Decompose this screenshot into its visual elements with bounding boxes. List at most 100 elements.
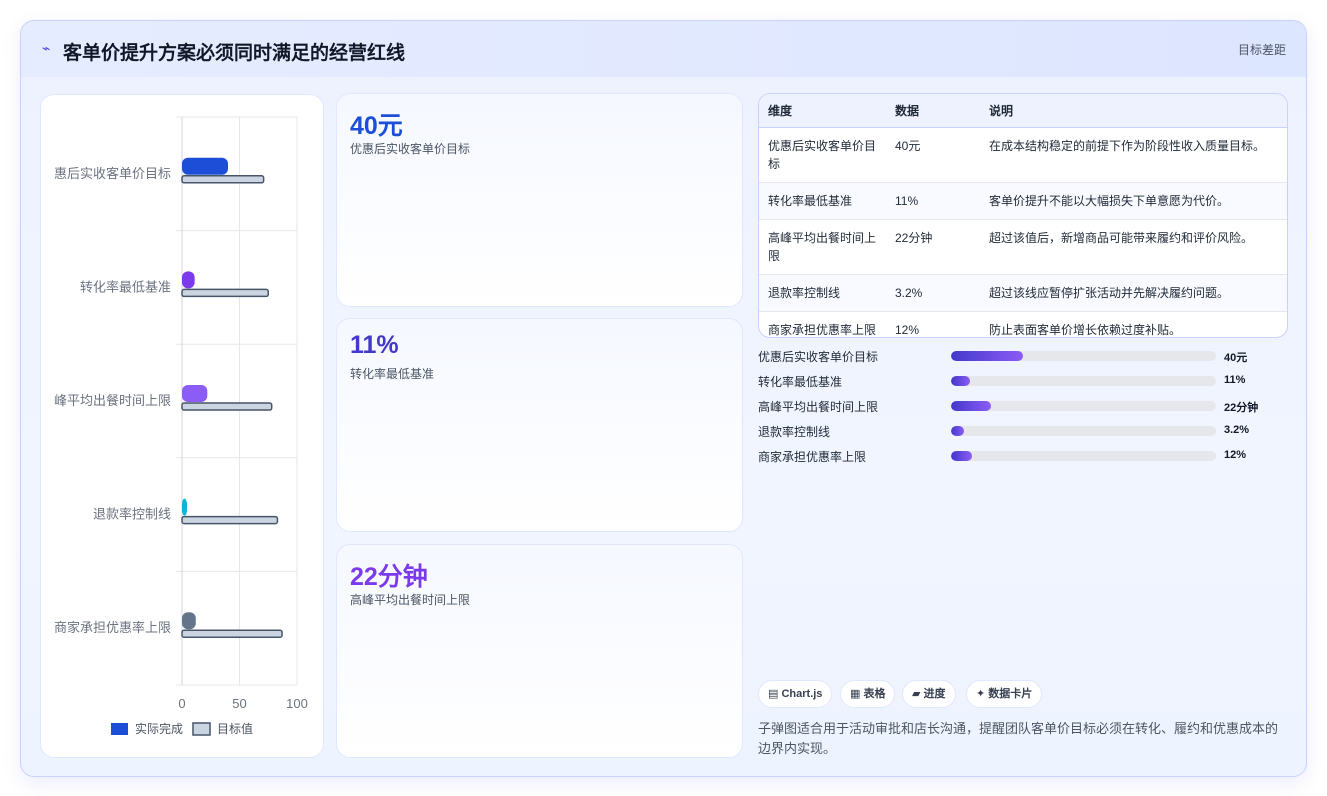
category-label: 商家承担优惠率上限 — [54, 620, 171, 635]
progress-label: 高峰平均出餐时间上限 — [758, 400, 879, 414]
category-label: 惠后实收客单价目标 — [54, 166, 171, 181]
dashboard-panel: ⌁ 客单价提升方案必须同时满足的经营红线 目标差距 惠后实收客单价目标转化率最低… — [20, 20, 1307, 777]
category-label: 峰平均出餐时间上限 — [54, 393, 171, 408]
progress-fill — [951, 426, 965, 436]
stat-card-3: 22分钟 高峰平均出餐时间上限 — [336, 544, 743, 758]
category-label: 退款率控制线 — [93, 507, 171, 522]
chip-table[interactable]: ▦ 表格 — [840, 680, 896, 708]
table-cell: 超过该值后，新增商品可能带来履约和评价风险。 — [980, 219, 1287, 275]
actual-bar — [182, 271, 195, 289]
table-icon: ▦ — [850, 688, 861, 700]
sparkle-icon: ✦ — [976, 688, 986, 700]
chip-label: Chart.js — [781, 688, 823, 700]
redline-table: 维度 数据 说明 优惠后实收客单价目标 40元 在成本结构稳定的前提下作为阶段性… — [758, 93, 1288, 338]
actual-bar — [182, 498, 187, 516]
table-row: 优惠后实收客单价目标 40元 在成本结构稳定的前提下作为阶段性收入质量目标。 — [759, 127, 1287, 183]
progress-fill — [951, 401, 991, 411]
table-cell: 商家承担优惠率上限 — [768, 322, 877, 337]
bullet-chart-card: 惠后实收客单价目标转化率最低基准峰平均出餐时间上限退款率控制线商家承担优惠率上限… — [40, 94, 324, 758]
table-cell: 转化率最低基准 — [759, 182, 886, 220]
stat-value: 11% — [350, 331, 399, 359]
table-cell: 22分钟 — [886, 219, 980, 275]
progress-icon: ▰ — [912, 688, 921, 700]
progress-value: 3.2% — [1224, 424, 1250, 436]
chip-label: 数据卡片 — [988, 688, 1033, 700]
panel-header: ⌁ 客单价提升方案必须同时满足的经营红线 目标差距 — [21, 21, 1306, 77]
x-tick-label: 100 — [286, 696, 308, 711]
actual-bar — [182, 385, 208, 402]
table-row: 转化率最低基准 11% 客单价提升不能以大幅损失下单意愿为代价。 — [759, 182, 1287, 220]
column-header: 维度 — [759, 94, 886, 128]
progress-label: 退款率控制线 — [758, 425, 831, 439]
x-tick-label: 0 — [178, 696, 185, 711]
progress-label: 商家承担优惠率上限 — [758, 450, 867, 464]
table-row: 高峰平均出餐时间上限 22分钟 超过该值后，新增商品可能带来履约和评价风险。 — [759, 219, 1287, 275]
progress-track — [951, 351, 1216, 361]
table-cell: 12% — [895, 322, 920, 337]
table-cell: 退款率控制线 — [759, 274, 886, 312]
progress-row: 转化率最低基准 11% — [758, 372, 1288, 390]
table-cell: 优惠后实收客单价目标 — [759, 127, 886, 183]
progress-row: 商家承担优惠率上限 12% — [758, 447, 1288, 465]
page-title: 客单价提升方案必须同时满足的经营红线 — [63, 43, 406, 64]
progress-label: 优惠后实收客单价目标 — [758, 350, 879, 364]
column-header: 说明 — [980, 94, 1287, 128]
bullet-chart: 惠后实收客单价目标转化率最低基准峰平均出餐时间上限退款率控制线商家承担优惠率上限… — [54, 116, 308, 736]
table-row: 退款率控制线 3.2% 超过该线应暂停扩张活动并先解决履约问题。 — [759, 274, 1287, 312]
target-bar — [181, 402, 273, 411]
column-header: 数据 — [886, 94, 980, 128]
progress-fill — [951, 451, 973, 461]
table-cell: 高峰平均出餐时间上限 — [759, 219, 886, 275]
table-cell: 在成本结构稳定的前提下作为阶段性收入质量目标。 — [980, 127, 1287, 183]
progress-track — [951, 401, 1216, 411]
legend-swatch-target — [192, 722, 211, 736]
progress-track — [951, 376, 1216, 386]
progress-fill — [951, 376, 970, 386]
target-bar — [181, 629, 283, 638]
table-cell: 超过该线应暂停扩张活动并先解决履约问题。 — [980, 274, 1287, 312]
table-cell: 3.2% — [886, 274, 980, 312]
table-cell: 40元 — [886, 127, 980, 183]
progress-row: 退款率控制线 3.2% — [758, 422, 1288, 440]
chip-progress[interactable]: ▰ 进度 — [902, 680, 956, 708]
stat-card-2: 11% 转化率最低基准 — [336, 318, 743, 532]
progress-value: 40元 — [1224, 352, 1248, 364]
stat-label: 优惠后实收客单价目标 — [350, 142, 471, 156]
progress-value: 11% — [1224, 374, 1246, 386]
legend-label: 目标值 — [217, 721, 253, 736]
progress-value: 12% — [1224, 449, 1247, 461]
chip-chartjs[interactable]: ▤ Chart.js — [758, 680, 833, 708]
actual-bar — [182, 157, 228, 175]
legend-swatch-actual — [111, 723, 128, 735]
target-bar — [181, 175, 265, 184]
table-header-row: 维度 数据 说明 — [759, 94, 1287, 128]
table-cell: 客单价提升不能以大幅损失下单意愿为代价。 — [980, 182, 1287, 220]
progress-fill — [951, 351, 1023, 361]
progress-row: 高峰平均出餐时间上限 22分钟 — [758, 397, 1288, 415]
stat-card-1: 40元 优惠后实收客单价目标 — [336, 93, 743, 307]
progress-label: 转化率最低基准 — [758, 375, 843, 389]
chip-label: 表格 — [863, 688, 886, 700]
progress-track — [951, 426, 1216, 436]
chip-label: 进度 — [923, 688, 946, 700]
table-row: 商家承担优惠率上限 12% 防止表面客单价增长依赖过度补贴。 — [759, 311, 1287, 337]
bolt-icon: ⌁ — [42, 40, 51, 56]
stat-label: 转化率最低基准 — [350, 367, 435, 381]
table-cell: 防止表面客单价增长依赖过度补贴。 — [989, 322, 1182, 337]
progress-row: 优惠后实收客单价目标 40元 — [758, 347, 1288, 365]
stat-label: 高峰平均出餐时间上限 — [350, 593, 471, 607]
stat-value: 22分钟 — [350, 563, 428, 591]
target-bar — [181, 515, 279, 525]
footnote: 子弹图适合用于活动审批和店长沟通，提醒团队客单价目标必须在转化、履约和优惠成本的… — [758, 721, 1279, 756]
header-tag: 目标差距 — [1237, 43, 1286, 57]
progress-value: 22分钟 — [1224, 402, 1259, 414]
chip-data-card[interactable]: ✦ 数据卡片 — [966, 680, 1043, 708]
target-bar — [181, 288, 269, 298]
actual-bar — [182, 612, 196, 630]
legend-label: 实际完成 — [135, 721, 183, 736]
table-cell: 11% — [886, 182, 980, 220]
category-label: 转化率最低基准 — [80, 279, 171, 294]
x-tick-label: 50 — [232, 696, 246, 711]
stat-value: 40元 — [350, 112, 403, 140]
progress-track — [951, 451, 1216, 461]
